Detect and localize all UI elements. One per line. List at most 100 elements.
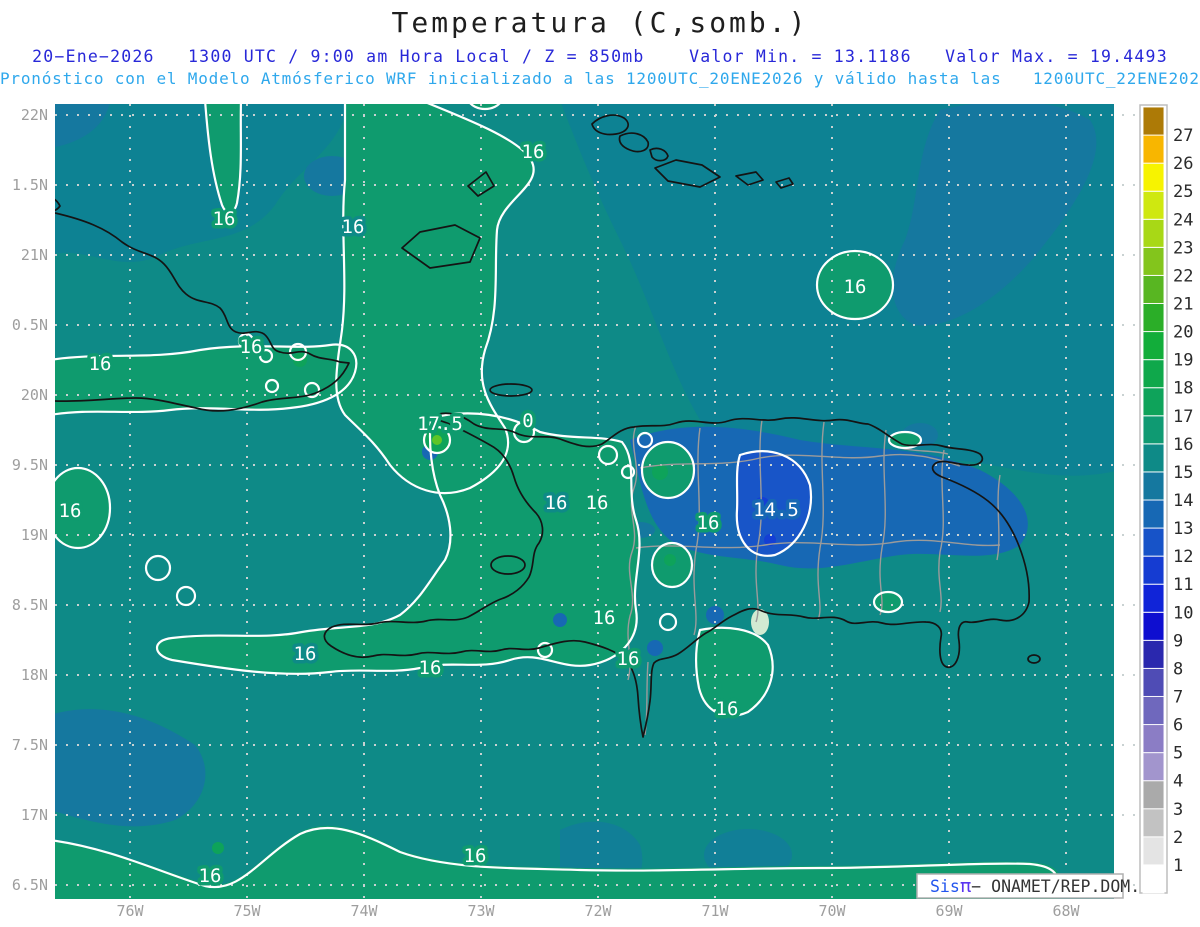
contour-label: 16 [240, 336, 263, 358]
colorbar-label: 18 [1173, 379, 1193, 399]
y-axis-label: 20N [21, 386, 48, 404]
svg-text:Sisπ− ONAMET/REP.DOM.: Sisπ− ONAMET/REP.DOM. [930, 875, 1140, 897]
colorbar-label: 26 [1173, 154, 1193, 174]
colorbar-block [1143, 668, 1164, 696]
branding-agency: − ONAMET/REP.DOM. [971, 877, 1140, 896]
contour-label: 16 [89, 353, 112, 375]
colorbar-block [1143, 725, 1164, 753]
branding-pi-icon: π [960, 875, 971, 897]
colorbar-block [1143, 303, 1164, 331]
colorbar-label: 11 [1173, 575, 1193, 595]
contour-label: 16 [199, 865, 222, 887]
weather-map-page: Temperatura (C,somb.) 20−Ene−2026 1300 U… [0, 0, 1200, 927]
colorbar-block [1143, 388, 1164, 416]
colorbar-block [1143, 135, 1164, 163]
colorbar-block [1143, 837, 1164, 865]
contour-label: 16 [716, 698, 739, 720]
colorbar-block [1143, 191, 1164, 219]
colorbar-label: 19 [1173, 351, 1193, 371]
contour-label: 16 [522, 141, 545, 163]
colorbar-block [1143, 696, 1164, 724]
colorbar-block [1143, 584, 1164, 612]
x-axis-label: 68W [1052, 902, 1080, 920]
colorbar-block [1143, 247, 1164, 275]
x-axis-label: 76W [116, 902, 144, 920]
colorbar-block [1143, 219, 1164, 247]
x-axis-label: 72W [584, 902, 612, 920]
colorbar-label: 17 [1173, 407, 1193, 427]
contour-label: 0 [522, 410, 533, 432]
y-axis-label: 1.5N [12, 176, 48, 194]
colorbar-block [1143, 360, 1164, 388]
branding-box: Sisπ− ONAMET/REP.DOM. [917, 874, 1140, 898]
colorbar-label: 20 [1173, 323, 1193, 343]
colorbar: 1234567891011121314151617181920212223242… [1140, 105, 1193, 893]
temperature-shading [46, 100, 1120, 905]
colorbar-label: 10 [1173, 603, 1193, 623]
x-axis-label: 75W [233, 902, 261, 920]
contour-label: 16 [545, 492, 568, 514]
colorbar-label: 7 [1173, 687, 1183, 707]
y-axis-label: 22N [21, 106, 48, 124]
contour-label: 16 [697, 512, 720, 534]
x-axis-label: 73W [467, 902, 495, 920]
colorbar-block [1143, 528, 1164, 556]
colorbar-label: 2 [1173, 828, 1183, 848]
colorbar-label: 5 [1173, 744, 1183, 764]
colorbar-label: 9 [1173, 631, 1183, 651]
colorbar-label: 25 [1173, 182, 1193, 202]
y-axis-label: 21N [21, 246, 48, 264]
colorbar-label: 6 [1173, 716, 1183, 736]
contour-label: 14.5 [753, 499, 799, 521]
colorbar-block [1143, 753, 1164, 781]
x-axis-label: 71W [701, 902, 729, 920]
x-axis-label: 70W [818, 902, 846, 920]
contour-label: 16 [617, 648, 640, 670]
colorbar-block [1143, 332, 1164, 360]
colorbar-block [1143, 612, 1164, 640]
contour-label: 16 [213, 208, 236, 230]
y-axis-label: 6.5N [12, 876, 48, 894]
contour-label: 16 [844, 276, 867, 298]
branding-sis: Sis [930, 877, 960, 896]
contour-label: 16 [593, 607, 616, 629]
colorbar-block [1143, 107, 1164, 135]
colorbar-label: 21 [1173, 294, 1193, 314]
colorbar-block [1143, 163, 1164, 191]
colorbar-block [1143, 500, 1164, 528]
x-axis-label: 69W [935, 902, 963, 920]
y-axis-label: 18N [21, 666, 48, 684]
y-axis: 22N1.5N21N0.5N20N9.5N19N8.5N18N7.5N17N6.… [12, 106, 48, 894]
contour-label: 16 [464, 845, 487, 867]
colorbar-label: 24 [1173, 210, 1193, 230]
contour-label: 16 [586, 492, 609, 514]
colorbar-block [1143, 275, 1164, 303]
y-axis-label: 17N [21, 806, 48, 824]
y-axis-label: 7.5N [12, 736, 48, 754]
colorbar-label: 27 [1173, 126, 1193, 146]
colorbar-block [1143, 556, 1164, 584]
contour-label: 17.5 [417, 413, 463, 435]
colorbar-label: 12 [1173, 547, 1193, 567]
x-axis: 76W75W74W73W72W71W70W69W68W [116, 902, 1080, 920]
colorbar-label: 23 [1173, 238, 1193, 258]
colorbar-label: 16 [1173, 435, 1193, 455]
colorbar-label: 1 [1173, 856, 1183, 876]
y-axis-label: 19N [21, 526, 48, 544]
colorbar-label: 15 [1173, 463, 1193, 483]
colorbar-label: 22 [1173, 266, 1193, 286]
colorbar-block [1143, 472, 1164, 500]
colorbar-block [1143, 809, 1164, 837]
colorbar-label: 3 [1173, 800, 1183, 820]
contour-label: 16 [59, 500, 82, 522]
colorbar-label: 4 [1173, 772, 1183, 792]
colorbar-block [1143, 444, 1164, 472]
y-axis-label: 0.5N [12, 316, 48, 334]
contour-label: 16 [419, 657, 442, 679]
colorbar-block [1143, 781, 1164, 809]
colorbar-block [1143, 865, 1164, 893]
colorbar-block [1143, 640, 1164, 668]
colorbar-label: 13 [1173, 519, 1193, 539]
y-axis-label: 9.5N [12, 456, 48, 474]
colorbar-label: 8 [1173, 659, 1183, 679]
